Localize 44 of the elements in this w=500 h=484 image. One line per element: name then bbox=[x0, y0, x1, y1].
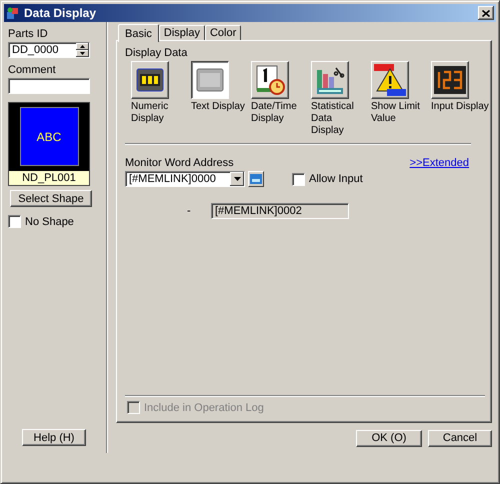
display-type-label: Numeric Display bbox=[131, 101, 170, 125]
comment-field[interactable] bbox=[8, 78, 90, 94]
monitor-icon bbox=[195, 66, 225, 94]
calendar-clock-icon bbox=[254, 64, 286, 96]
shape-name: ND_PL001 bbox=[9, 171, 89, 185]
field-label: Monitor Word Address bbox=[125, 157, 234, 169]
dash-text: - bbox=[187, 205, 192, 217]
tab[interactable]: Color bbox=[204, 25, 242, 40]
keypad-icon bbox=[250, 174, 262, 184]
parts-id-spinner[interactable]: DD_0000 bbox=[8, 42, 90, 58]
cancel-button[interactable]: Cancel bbox=[428, 430, 492, 446]
display-type-label: Statistical Data Display bbox=[311, 101, 355, 137]
help-button[interactable]: Help (H) bbox=[22, 429, 86, 446]
up-arrow-icon bbox=[80, 45, 85, 48]
checkbox-label: No Shape bbox=[25, 216, 74, 228]
dropdown-arrow-icon bbox=[234, 177, 240, 181]
down-arrow-icon bbox=[80, 52, 85, 55]
select-shape-button[interactable]: Select Shape bbox=[10, 190, 92, 207]
warning-icon bbox=[373, 63, 407, 97]
address-dropdown[interactable]: [#MEMLINK]0000 bbox=[125, 171, 245, 187]
display-type-button[interactable] bbox=[191, 61, 229, 99]
address-input-button[interactable] bbox=[248, 171, 264, 187]
field-label: Comment bbox=[8, 64, 57, 76]
ok-button[interactable]: OK (O) bbox=[356, 430, 422, 446]
checkbox[interactable] bbox=[292, 172, 305, 186]
tab[interactable]: Basic bbox=[118, 24, 159, 42]
digital-display-icon bbox=[433, 65, 467, 95]
checkbox[interactable] bbox=[8, 215, 21, 228]
display-type-label: Show Limit Value bbox=[371, 101, 421, 125]
section-label: Display Data bbox=[125, 47, 188, 59]
app-icon bbox=[6, 6, 20, 20]
display-type-label: Input Display bbox=[431, 101, 489, 113]
monitor-icon bbox=[135, 66, 165, 94]
display-type-label: Text Display bbox=[191, 101, 245, 113]
checkbox-label: Include in Operation Log bbox=[144, 402, 264, 414]
tab[interactable]: Display bbox=[158, 25, 205, 40]
field-label: Parts ID bbox=[8, 28, 49, 40]
window-title: Data Display bbox=[24, 6, 98, 20]
close-button[interactable] bbox=[478, 6, 494, 20]
preview-shape: ABC bbox=[20, 107, 78, 166]
display-type-label: Date/Time Display bbox=[251, 101, 298, 125]
extended-link[interactable]: >>Extended bbox=[410, 157, 469, 169]
close-icon bbox=[482, 10, 490, 16]
checkbox-label: Allow Input bbox=[309, 173, 363, 185]
